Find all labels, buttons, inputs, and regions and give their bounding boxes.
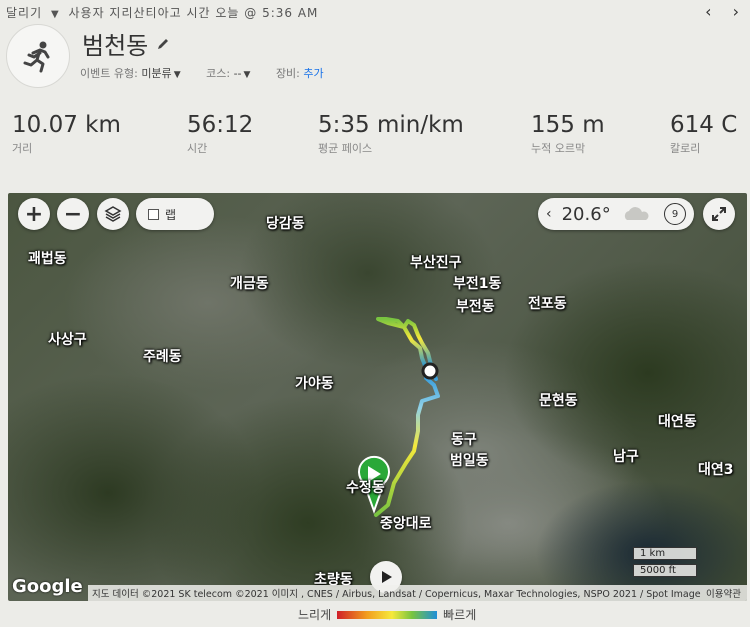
scale-km: 1 km xyxy=(633,547,697,560)
pace-legend: 느리게 빠르게 xyxy=(298,606,476,623)
top-bar: 달리기 ▼ 사용자 지리산티아고 시간 오늘 @ 5:36 AM ‹ › xyxy=(0,0,750,24)
lap-checkbox[interactable] xyxy=(148,208,159,220)
map-place: 주례동 xyxy=(143,349,182,365)
event-type-field[interactable]: 이벤트 유형: 미분류 ▼ xyxy=(80,67,184,80)
layers-button[interactable] xyxy=(97,198,129,230)
activity-title-text[interactable]: 범천동 xyxy=(82,26,148,61)
map-place: 중앙대로 xyxy=(380,516,432,532)
add-gear-link[interactable]: 추가 xyxy=(303,67,323,80)
map-scale: 1 km 5000 ft xyxy=(633,543,697,577)
scale-ft: 5000 ft xyxy=(633,564,697,577)
map-place: 대연3 xyxy=(698,462,734,478)
attribution-text: 지도 데이터 ©2021 SK telecom ©2021 이미지 , CNES… xyxy=(92,589,701,600)
map-place: 대연동 xyxy=(658,414,697,430)
activity-breadcrumb: 달리기 ▼ 사용자 지리산티아고 시간 오늘 @ 5:36 AM xyxy=(6,4,318,21)
map-place: 당감동 xyxy=(266,216,305,232)
stat-avg-pace: 5:35 min/km 평균 페이스 xyxy=(318,112,464,155)
running-person-icon xyxy=(6,24,70,88)
cloud-icon xyxy=(624,207,649,220)
activity-title: 범천동 xyxy=(82,26,170,61)
layers-icon xyxy=(104,206,122,222)
wind-icon: 9 xyxy=(664,203,686,225)
activity-meta: 이벤트 유형: 미분류 ▼ 코스: -- ▼ 장비: 추가 xyxy=(80,65,346,81)
next-activity-icon[interactable]: › xyxy=(733,2,740,21)
course-field[interactable]: 코스: -- ▼ xyxy=(206,67,254,80)
map-place: 부전1동 xyxy=(453,276,502,292)
activity-nav: ‹ › xyxy=(691,2,740,21)
prev-activity-icon[interactable]: ‹ xyxy=(705,2,712,21)
chevron-down-icon[interactable]: ▼ xyxy=(51,9,60,20)
activity-owner-time: 사용자 지리산티아고 시간 오늘 @ 5:36 AM xyxy=(68,6,319,20)
terms-link[interactable]: 이용약관 xyxy=(706,586,747,600)
zoom-in-button[interactable]: + xyxy=(18,198,50,230)
map-place: 동구 xyxy=(451,432,477,448)
map-place: 부산진구 xyxy=(410,255,462,271)
map-place: 괘법동 xyxy=(28,251,67,267)
map-place: 범일동 xyxy=(450,453,489,469)
pace-color-bar xyxy=(337,610,438,619)
pencil-icon[interactable] xyxy=(156,37,170,51)
map-place: 가야동 xyxy=(295,376,334,392)
chevron-left-icon[interactable]: ‹ xyxy=(546,206,552,222)
map-place: 전포동 xyxy=(528,296,567,312)
play-icon xyxy=(382,571,392,583)
legend-slow-label: 느리게 xyxy=(298,608,332,622)
finish-marker xyxy=(421,362,439,380)
gear-field: 장비: 추가 xyxy=(275,67,324,80)
google-logo: Google xyxy=(12,576,83,597)
legend-fast-label: 빠르게 xyxy=(443,608,477,622)
stat-time: 56:12 시간 xyxy=(187,112,254,155)
map-place: 사상구 xyxy=(48,332,87,348)
activity-type[interactable]: 달리기 xyxy=(6,6,42,20)
weather-temperature: 20.6° xyxy=(561,203,611,225)
weather-panel: ‹ 20.6° 9 xyxy=(538,198,694,230)
lap-toggle[interactable]: 랩 xyxy=(136,198,214,230)
stat-calories: 614 C 칼로리 xyxy=(670,112,738,155)
map-place: 문현동 xyxy=(539,393,578,409)
zoom-out-button[interactable]: − xyxy=(57,198,89,230)
chevron-down-icon: ▼ xyxy=(243,70,251,80)
route-track xyxy=(358,317,440,517)
fullscreen-button[interactable] xyxy=(703,198,735,230)
map-place: 남구 xyxy=(613,449,639,465)
map-attribution: 지도 데이터 ©2021 SK telecom ©2021 이미지 , CNES… xyxy=(88,585,747,601)
stat-elevation-gain: 155 m 누적 오르막 xyxy=(531,112,605,155)
chevron-down-icon: ▼ xyxy=(173,70,181,80)
map-place: 부전동 xyxy=(456,299,495,315)
stat-distance: 10.07 km 거리 xyxy=(12,112,121,155)
route-map[interactable]: 당감동 괘법동 부산진구 부전1동 개금동 부전동 전포동 사상구 주례동 가야… xyxy=(8,193,747,601)
expand-icon xyxy=(712,207,726,221)
map-place: 개금동 xyxy=(230,276,269,292)
map-place: 수정동 xyxy=(346,480,385,496)
